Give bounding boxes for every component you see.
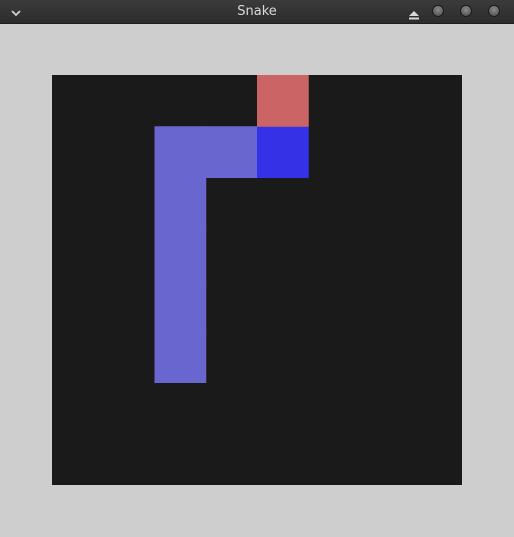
snake-body-segment xyxy=(154,126,207,178)
snake-body-segment xyxy=(154,331,207,383)
snake-body-segment xyxy=(154,177,207,230)
snake-body-segment xyxy=(205,126,258,178)
game-board xyxy=(52,75,462,485)
maximize-icon[interactable] xyxy=(460,5,472,17)
minimize-icon[interactable] xyxy=(432,5,444,17)
snake-body-segment xyxy=(154,280,207,332)
snake-body-segment xyxy=(154,228,207,281)
app-window: Snake xyxy=(0,0,514,537)
close-icon[interactable] xyxy=(488,5,500,17)
food-item xyxy=(257,75,309,127)
title-bar[interactable]: Snake xyxy=(0,0,514,24)
snake-head xyxy=(257,126,309,178)
eject-icon[interactable] xyxy=(408,6,420,20)
game-board-canvas xyxy=(52,75,462,485)
